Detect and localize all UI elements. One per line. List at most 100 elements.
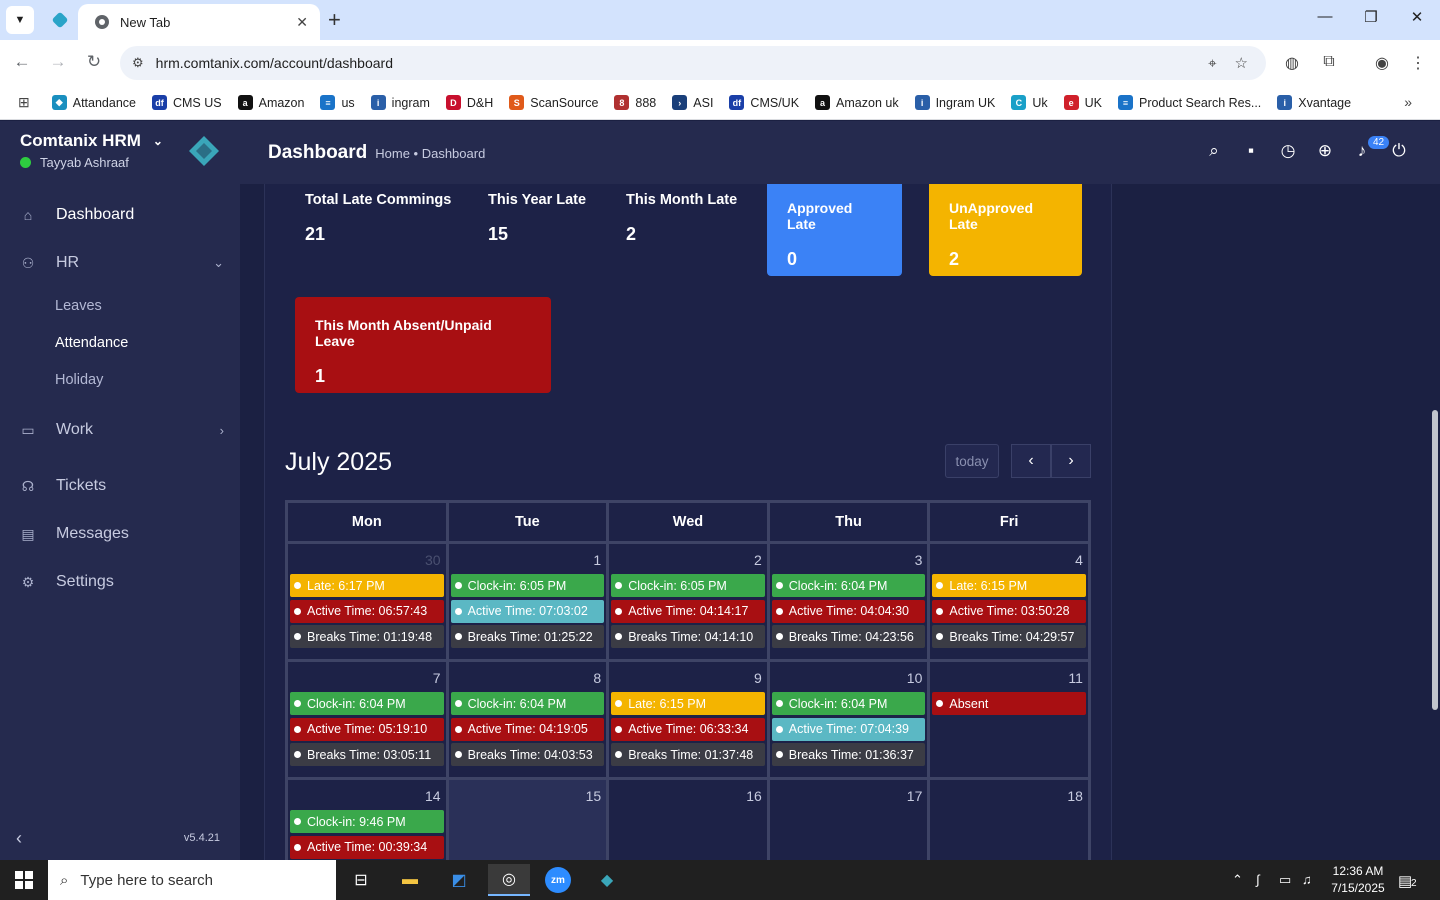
calendar-day-cell[interactable]: 18 bbox=[930, 780, 1088, 860]
sidebar-item-attendance[interactable]: Attendance bbox=[0, 324, 240, 361]
taskbar-search[interactable]: ⌕ Type here to search bbox=[48, 860, 336, 900]
calendar-event[interactable]: Clock-in: 6:05 PM bbox=[611, 574, 765, 597]
day-number[interactable]: 7 bbox=[433, 670, 441, 686]
calendar-day-cell[interactable]: 30 Late: 6:17 PM Active Time: 06:57:43 Brea… bbox=[288, 544, 449, 659]
minimize-icon[interactable]: — bbox=[1313, 8, 1337, 25]
sidebar-item-work[interactable]: ▭ Work › bbox=[0, 406, 240, 454]
sidebar-item-tickets[interactable]: ☊ Tickets bbox=[0, 462, 240, 510]
site-info-icon[interactable]: ⚙ bbox=[132, 55, 144, 71]
volume-icon[interactable]: ♫ bbox=[1302, 872, 1312, 887]
bookmark-item[interactable]: i Xvantage bbox=[1277, 95, 1351, 110]
calendar-event[interactable]: Active Time: 05:19:10 bbox=[290, 717, 444, 741]
bookmark-item[interactable]: df CMS/UK bbox=[729, 95, 799, 110]
day-number[interactable]: 15 bbox=[586, 788, 602, 804]
calendar-event[interactable]: Breaks Time: 04:29:57 bbox=[932, 625, 1086, 648]
translate-icon[interactable]: ◍ bbox=[1281, 53, 1303, 73]
calendar-event[interactable]: Breaks Time: 04:14:10 bbox=[611, 625, 765, 648]
calendar-day-cell[interactable]: 3 Clock-in: 6:04 PM Active Time: 04:04:30 B… bbox=[770, 544, 931, 659]
calendar-day-cell[interactable]: 16 bbox=[609, 780, 770, 860]
bookmark-item[interactable]: a Amazon uk bbox=[815, 95, 899, 110]
profile-icon[interactable]: ◉ bbox=[1371, 53, 1393, 73]
bookmark-item[interactable]: df CMS US bbox=[151, 95, 222, 110]
close-window-icon[interactable]: ✕ bbox=[1405, 8, 1429, 26]
network-icon[interactable]: ▭ bbox=[1279, 872, 1291, 888]
calendar-day-cell[interactable]: 15 bbox=[448, 780, 610, 860]
zoom-icon[interactable]: zm bbox=[537, 864, 579, 896]
day-number[interactable]: 17 bbox=[907, 788, 923, 804]
bookmark-item[interactable]: ≡ Product Search Res... bbox=[1117, 95, 1261, 110]
tab-new-tab[interactable]: New Tab ✕ bbox=[78, 4, 320, 40]
sidebar-item-leaves[interactable]: Leaves bbox=[0, 287, 240, 324]
calendar-event[interactable]: Clock-in: 6:04 PM bbox=[771, 692, 926, 715]
calendar-event[interactable]: Clock-in: 6:04 PM bbox=[290, 692, 444, 715]
calendar-day-cell[interactable]: 7 Clock-in: 6:04 PM Active Time: 05:19:10 B… bbox=[288, 662, 449, 777]
bookmark-item[interactable]: ◆ Attandance bbox=[51, 95, 136, 110]
sidebar-item-settings[interactable]: ⚙ Settings bbox=[0, 558, 240, 606]
calendar-event[interactable]: Clock-in: 6:05 PM bbox=[450, 574, 605, 597]
calendar-event[interactable]: Active Time: 04:14:17 bbox=[611, 599, 765, 623]
calendar-day-cell[interactable]: 1 Clock-in: 6:05 PM Active Time: 07:03:02 B… bbox=[449, 544, 610, 659]
day-number[interactable]: 14 bbox=[425, 788, 441, 804]
page-scrollbar[interactable] bbox=[1432, 410, 1438, 710]
sidebar-item-messages[interactable]: ▤ Messages bbox=[0, 510, 240, 558]
calendar-day-cell[interactable]: 14 Clock-in: 9:46 PM Active Time: 00:39:34 bbox=[288, 780, 449, 860]
address-bar[interactable]: ⚙ hrm.comtanix.com/account/dashboard ⌖ ☆ bbox=[120, 46, 1266, 80]
brand-switcher[interactable]: Comtanix HRM ⌄ bbox=[20, 131, 163, 151]
day-number[interactable]: 30 bbox=[425, 552, 441, 568]
bookmark-item[interactable]: e UK bbox=[1063, 95, 1102, 110]
unapproved-late-card[interactable]: UnApproved Late 2 bbox=[929, 184, 1082, 276]
day-number[interactable]: 10 bbox=[907, 670, 923, 686]
day-number[interactable]: 8 bbox=[593, 670, 601, 686]
bookmark-item[interactable]: D D&H bbox=[445, 95, 493, 110]
back-icon[interactable]: ← bbox=[10, 52, 34, 72]
day-number[interactable]: 9 bbox=[754, 670, 762, 686]
month-absent-card[interactable]: This Month Absent/Unpaid Leave 1 bbox=[295, 297, 551, 393]
bookmark-item[interactable]: 8 888 bbox=[614, 95, 656, 110]
new-tab-button[interactable]: + bbox=[328, 8, 341, 32]
calendar-day-cell[interactable]: 10 Clock-in: 6:04 PM Active Time: 07:04:39… bbox=[770, 662, 931, 777]
approved-late-card[interactable]: Approved Late 0 bbox=[767, 184, 902, 276]
calendar-day-cell[interactable]: 9 Late: 6:15 PM Active Time: 06:33:34 Break… bbox=[609, 662, 770, 777]
close-tab-icon[interactable]: ✕ bbox=[296, 14, 308, 31]
calendar-event[interactable]: Breaks Time: 01:25:22 bbox=[450, 625, 605, 648]
calendar-event[interactable]: Breaks Time: 01:19:48 bbox=[290, 625, 444, 648]
apps-grid-icon[interactable]: ⊞ bbox=[18, 94, 30, 111]
prev-month-button[interactable]: ‹ bbox=[1011, 444, 1051, 478]
hrm-app-icon[interactable]: ◆ bbox=[586, 864, 628, 896]
add-icon[interactable]: ⊕ bbox=[1314, 141, 1336, 161]
tray-app-icon[interactable]: ∫ bbox=[1256, 872, 1260, 887]
calendar-event[interactable]: Absent bbox=[932, 692, 1086, 715]
more-bookmarks-icon[interactable]: » bbox=[1404, 94, 1412, 110]
reload-icon[interactable]: ↻ bbox=[82, 52, 106, 72]
calendar-event[interactable]: Breaks Time: 04:03:53 bbox=[450, 743, 605, 766]
calendar-event[interactable]: Active Time: 07:03:02 bbox=[450, 599, 605, 623]
calendar-event[interactable]: Active Time: 06:57:43 bbox=[290, 599, 444, 623]
location-icon[interactable]: ⌖ bbox=[1208, 55, 1216, 72]
day-number[interactable]: 3 bbox=[915, 552, 923, 568]
calendar-day-cell[interactable]: 2 Clock-in: 6:05 PM Active Time: 04:14:17 B… bbox=[609, 544, 770, 659]
calendar-event[interactable]: Active Time: 03:50:28 bbox=[932, 599, 1086, 623]
bookmark-item[interactable]: a Amazon bbox=[237, 95, 304, 110]
next-month-button[interactable]: › bbox=[1051, 444, 1091, 478]
taskbar-clock[interactable]: 12:36 AM 7/15/2025 bbox=[1328, 863, 1388, 897]
forward-icon[interactable]: → bbox=[46, 52, 70, 72]
tab-search-button[interactable]: ▼ bbox=[6, 6, 34, 34]
calendar-day-cell[interactable]: 11 Absent bbox=[930, 662, 1088, 777]
show-hidden-icons[interactable]: ⌃ bbox=[1232, 872, 1243, 888]
notes-icon[interactable]: ▪ bbox=[1240, 141, 1262, 161]
task-view-icon[interactable]: ⊟ bbox=[340, 864, 382, 896]
search-icon[interactable]: ⌕ bbox=[1203, 141, 1225, 161]
calendar-event[interactable]: Clock-in: 9:46 PM bbox=[290, 810, 444, 833]
restore-icon[interactable]: ❐ bbox=[1359, 8, 1383, 26]
bookmark-item[interactable]: i ingram bbox=[370, 95, 430, 110]
bookmark-item[interactable]: › ASI bbox=[672, 95, 713, 110]
calendar-event[interactable]: Active Time: 06:33:34 bbox=[611, 717, 765, 741]
today-button[interactable]: today bbox=[945, 444, 999, 478]
file-explorer-icon[interactable]: ▬ bbox=[389, 864, 431, 896]
sidebar-item-holiday[interactable]: Holiday bbox=[0, 361, 240, 398]
day-number[interactable]: 1 bbox=[593, 552, 601, 568]
clock-icon[interactable]: ◷ bbox=[1277, 141, 1299, 161]
day-number[interactable]: 18 bbox=[1067, 788, 1083, 804]
calendar-event[interactable]: Late: 6:15 PM bbox=[932, 574, 1086, 597]
menu-icon[interactable]: ⋮ bbox=[1407, 53, 1429, 73]
